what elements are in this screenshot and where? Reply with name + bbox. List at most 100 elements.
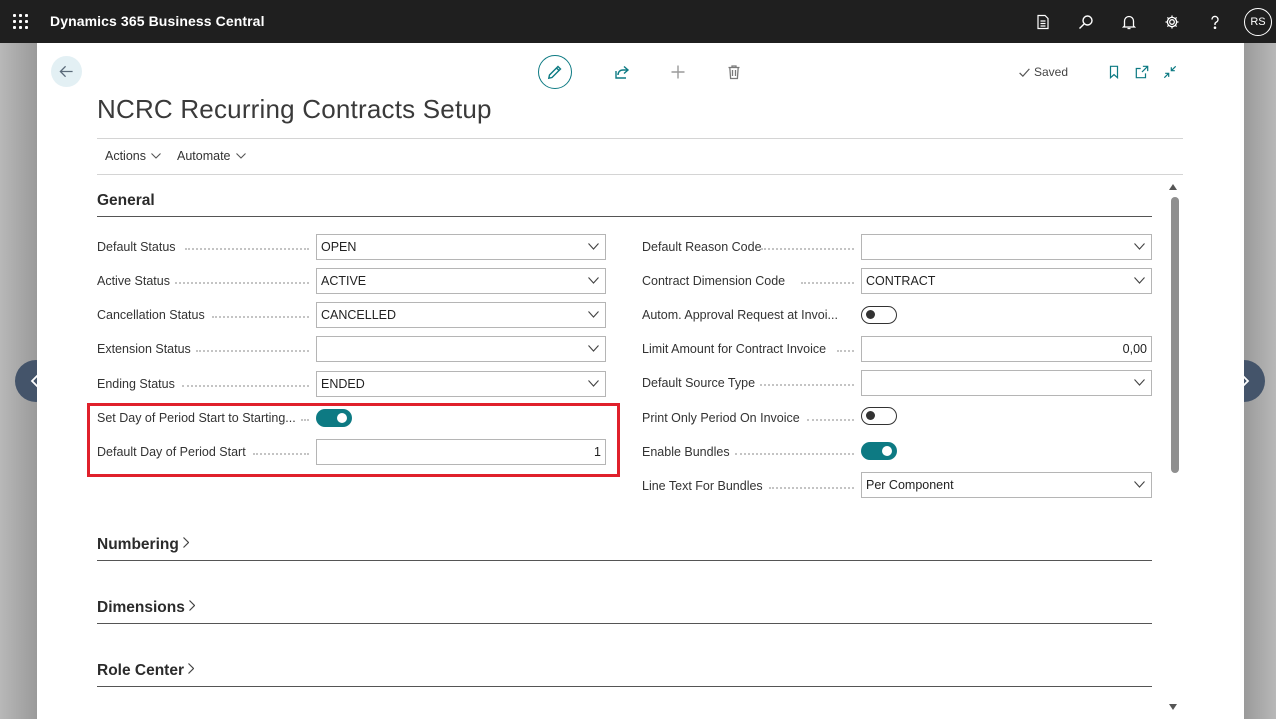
field-value: CANCELLED — [321, 308, 397, 322]
saved-label: Saved — [1033, 65, 1068, 79]
field-row-line-text-for-bundles: Line Text For Bundles — [642, 473, 763, 499]
field-label: Default Source Type — [642, 376, 756, 390]
cancellation-status-select[interactable]: CANCELLED — [316, 302, 606, 328]
field-value: CONTRACT — [866, 274, 936, 288]
dot-leader — [182, 385, 309, 387]
share-icon — [615, 65, 630, 79]
field-label: Autom. Approval Request at Invoi... — [642, 308, 838, 322]
field-row-limit-amount: Limit Amount for Contract Invoice — [642, 336, 826, 362]
chevron-down-icon — [588, 380, 599, 387]
app-title[interactable]: Dynamics 365 Business Central — [50, 13, 265, 29]
avatar[interactable]: RS — [1244, 7, 1272, 36]
chevron-right-icon — [188, 600, 195, 611]
field-row-cancellation-status: Cancellation Status — [97, 302, 205, 328]
default-source-type-select[interactable] — [861, 370, 1152, 396]
field-label: Ending Status — [97, 377, 175, 391]
top-bar: Dynamics 365 Business Central RS — [0, 0, 1276, 43]
bookmark-button[interactable] — [1100, 63, 1128, 81]
dimensions-section-header[interactable]: Dimensions — [97, 599, 1152, 624]
page-title: NCRC Recurring Contracts Setup — [97, 94, 492, 124]
field-row-contract-dimension-code: Contract Dimension Code — [642, 268, 785, 294]
line-text-for-bundles-select[interactable]: Per Component — [861, 472, 1152, 498]
title-divider — [97, 138, 1183, 139]
dot-leader — [185, 248, 309, 250]
page-card: Saved NCRC Recurring Contracts Setup Act… — [37, 43, 1244, 719]
field-label: Active Status — [97, 274, 170, 288]
limit-amount-input[interactable]: 0,00 — [861, 336, 1152, 362]
default-status-select[interactable]: OPEN — [316, 234, 606, 260]
field-label: Default Status — [97, 240, 176, 254]
checkmark-icon — [1019, 67, 1030, 77]
chevron-down-icon — [588, 345, 599, 352]
print-only-period-toggle[interactable] — [861, 407, 897, 425]
dot-leader — [769, 487, 854, 489]
enable-bundles-toggle[interactable] — [861, 442, 897, 460]
field-label: Line Text For Bundles — [642, 479, 763, 493]
back-button[interactable] — [51, 56, 82, 87]
numbering-section-header[interactable]: Numbering — [97, 536, 1152, 561]
field-row-print-only-period: Print Only Period On Invoice — [642, 405, 800, 431]
dot-leader — [760, 384, 854, 386]
dot-leader — [837, 350, 854, 352]
field-value: ENDED — [321, 377, 365, 391]
field-row-default-status: Default Status — [97, 234, 176, 260]
search-icon[interactable] — [1064, 0, 1107, 43]
field-label: Cancellation Status — [97, 308, 205, 322]
extension-status-select[interactable] — [316, 336, 606, 362]
field-row-default-reason-code: Default Reason Code — [642, 234, 762, 260]
ending-status-select[interactable]: ENDED — [316, 371, 606, 397]
field-label: Limit Amount for Contract Invoice — [642, 342, 827, 356]
dot-leader — [175, 282, 309, 284]
default-reason-code-select[interactable] — [861, 234, 1152, 260]
chevron-down-icon — [1134, 243, 1145, 250]
share-button[interactable] — [594, 55, 650, 89]
active-status-select[interactable]: ACTIVE — [316, 268, 606, 294]
general-section-header[interactable]: General — [97, 192, 1152, 217]
contract-dimension-code-select[interactable]: CONTRACT — [861, 268, 1152, 294]
waffle-icon[interactable] — [13, 14, 29, 30]
role-center-section-header[interactable]: Role Center — [97, 662, 1152, 687]
actions-menu[interactable]: Actions — [97, 149, 169, 163]
dimensions-section-title: Dimensions — [97, 599, 185, 616]
actions-menu-label: Actions — [105, 149, 146, 163]
field-label: Enable Bundles — [642, 445, 730, 459]
scroll-down-arrow[interactable] — [1168, 703, 1178, 711]
field-value: ACTIVE — [321, 274, 367, 288]
field-row-enable-bundles: Enable Bundles — [642, 439, 730, 465]
arrow-left-icon — [59, 65, 73, 78]
field-value: OPEN — [321, 240, 357, 254]
chevron-down-icon — [588, 311, 599, 318]
automate-menu[interactable]: Automate — [169, 149, 254, 163]
chevron-down-icon — [1134, 277, 1145, 284]
collapse-button[interactable] — [1156, 63, 1184, 81]
field-row-default-source-type: Default Source Type — [642, 370, 755, 396]
dot-leader — [807, 419, 854, 421]
new-button[interactable] — [650, 55, 706, 89]
scroll-up-arrow[interactable] — [1168, 183, 1178, 191]
dot-leader — [212, 316, 309, 318]
dot-leader — [801, 282, 854, 284]
chevron-down-icon — [235, 153, 246, 159]
open-new-window-icon — [1135, 65, 1149, 79]
bell-icon[interactable] — [1107, 0, 1150, 43]
scrollbar-thumb[interactable] — [1171, 197, 1179, 473]
edit-button[interactable] — [538, 55, 572, 89]
chevron-down-icon — [1134, 481, 1145, 488]
field-label: Default Reason Code — [642, 240, 762, 254]
chevron-down-icon — [1134, 379, 1145, 386]
saved-status: Saved — [1018, 65, 1068, 79]
delete-button[interactable] — [706, 55, 762, 89]
field-label: Contract Dimension Code — [642, 274, 786, 288]
open-new-window-button[interactable] — [1128, 63, 1156, 81]
role-center-section-title: Role Center — [97, 662, 184, 679]
document-icon[interactable] — [1021, 0, 1064, 43]
trash-icon — [728, 65, 740, 80]
field-row-autom-approval-request: Autom. Approval Request at Invoi... — [642, 302, 838, 328]
chevron-right-icon — [188, 663, 194, 674]
help-icon[interactable] — [1193, 0, 1236, 43]
action-divider — [97, 174, 1183, 175]
autom-approval-request-toggle[interactable] — [861, 306, 897, 324]
gear-icon[interactable] — [1150, 0, 1193, 43]
field-row-active-status: Active Status — [97, 268, 170, 294]
dot-leader — [735, 453, 854, 455]
